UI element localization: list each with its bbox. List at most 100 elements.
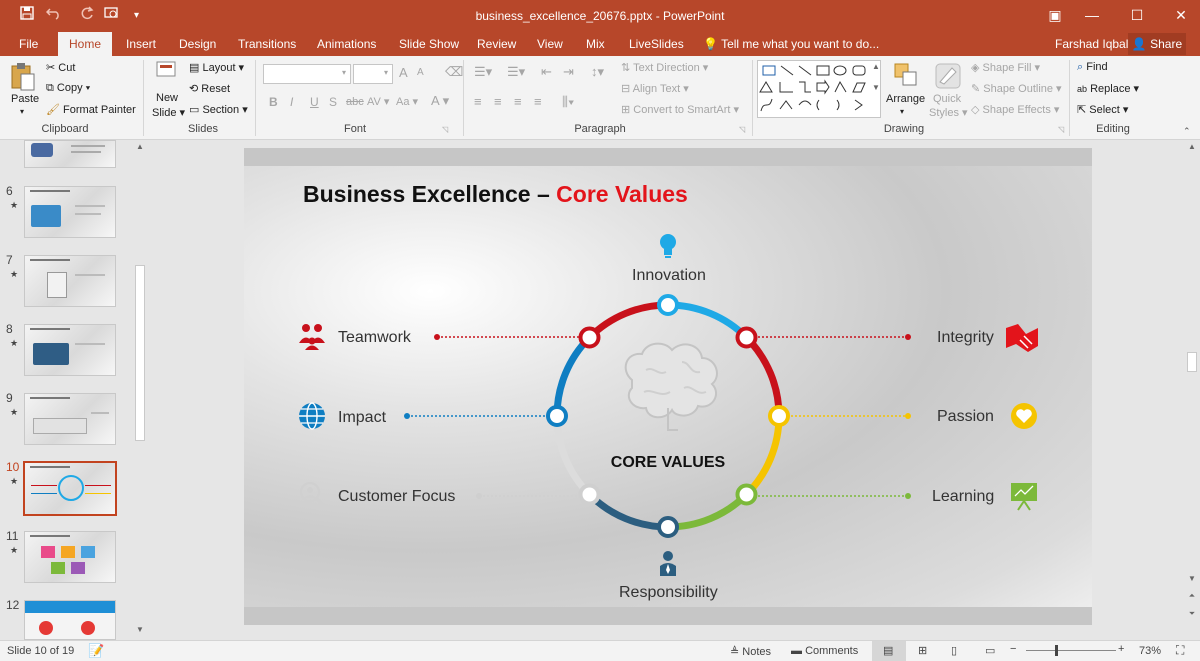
- ribbon-display-button[interactable]: ▣: [1040, 4, 1070, 26]
- slide-thumbnail-9[interactable]: [24, 393, 116, 445]
- decrease-indent-icon[interactable]: ⇤: [541, 64, 552, 80]
- label-passion[interactable]: Passion: [937, 408, 994, 426]
- scrollbar-thumb[interactable]: [135, 265, 145, 441]
- slide-scrollbar[interactable]: ▲ ▼ ⏶ ⏷: [1184, 140, 1200, 640]
- tab-liveslides[interactable]: LiveSlides: [629, 37, 684, 51]
- tab-design[interactable]: Design: [179, 37, 216, 51]
- tab-transitions[interactable]: Transitions: [238, 37, 296, 51]
- arrange-dropdown-icon[interactable]: ▾: [900, 107, 904, 116]
- quick-styles-button[interactable]: [934, 62, 962, 93]
- zoom-in-button[interactable]: +: [1118, 643, 1124, 655]
- zoom-level[interactable]: 73%: [1139, 645, 1161, 657]
- underline-button[interactable]: U: [310, 95, 319, 109]
- slide-thumbnail-8[interactable]: [24, 324, 116, 376]
- change-case-button[interactable]: Aa ▾: [396, 95, 418, 108]
- fit-to-window-icon[interactable]: ⛶: [1176, 643, 1184, 658]
- zoom-out-button[interactable]: −: [1010, 643, 1016, 655]
- convert-smartart-button[interactable]: ⊞ Convert to SmartArt ▾: [621, 103, 739, 116]
- thumbnail-scrollbar[interactable]: ▲ ▼: [133, 140, 147, 640]
- slide-thumbnail-10[interactable]: [23, 461, 117, 516]
- find-button[interactable]: ⌕ Find: [1077, 61, 1108, 74]
- cut-button[interactable]: ✂ Cut: [46, 61, 75, 74]
- shapes-scroll-up-icon[interactable]: ▲: [872, 62, 880, 71]
- font-color-icon[interactable]: A ▾: [431, 93, 449, 109]
- arrange-button[interactable]: [893, 62, 919, 91]
- select-button[interactable]: ⇱ Select ▾: [1077, 103, 1128, 116]
- paste-button[interactable]: [10, 62, 36, 95]
- scroll-up-icon[interactable]: ▲: [1186, 142, 1198, 154]
- tab-review[interactable]: Review: [477, 37, 516, 51]
- maximize-button[interactable]: ☐: [1122, 4, 1152, 26]
- char-spacing-button[interactable]: AV ▾: [367, 95, 389, 108]
- paragraph-dialog-launcher-icon[interactable]: ◹: [739, 125, 745, 134]
- line-spacing-icon[interactable]: ↕▾: [591, 64, 604, 80]
- zoom-slider-thumb[interactable]: [1055, 645, 1058, 656]
- clear-format-icon[interactable]: ⌫: [445, 64, 463, 80]
- slide-thumbnail-5[interactable]: [24, 140, 116, 168]
- center-label[interactable]: CORE VALUES: [574, 454, 762, 472]
- scroll-up-icon[interactable]: ▲: [134, 142, 146, 154]
- font-dialog-launcher-icon[interactable]: ◹: [442, 125, 448, 134]
- replace-button[interactable]: ab Replace ▾: [1077, 82, 1139, 95]
- shape-effects-button[interactable]: ◇ Shape Effects ▾: [971, 103, 1059, 116]
- drawing-dialog-launcher-icon[interactable]: ◹: [1058, 125, 1064, 134]
- tab-file[interactable]: File: [19, 37, 38, 51]
- font-name-dropdown-icon[interactable]: ▾: [342, 68, 346, 77]
- section-button[interactable]: ▭ Section ▾: [189, 103, 248, 116]
- zoom-slider[interactable]: [1026, 650, 1116, 651]
- shape-fill-button[interactable]: ◈ Shape Fill ▾: [971, 61, 1040, 74]
- label-customer-focus[interactable]: Customer Focus: [338, 488, 455, 506]
- collapse-ribbon-icon[interactable]: ⌃: [1183, 126, 1191, 137]
- tab-mix[interactable]: Mix: [586, 37, 605, 51]
- previous-slide-icon[interactable]: ⏶: [1186, 591, 1198, 603]
- tell-me-box[interactable]: 💡 Tell me what you want to do...: [703, 37, 879, 51]
- notes-button[interactable]: ≜ Notes: [730, 645, 771, 658]
- scroll-down-icon[interactable]: ▼: [134, 625, 146, 637]
- align-center-icon[interactable]: ≡: [494, 94, 502, 109]
- next-slide-icon[interactable]: ⏷: [1186, 609, 1198, 621]
- scrollbar-thumb[interactable]: [1187, 352, 1197, 372]
- label-learning[interactable]: Learning: [932, 488, 994, 506]
- shapes-gallery[interactable]: [757, 60, 881, 118]
- italic-button[interactable]: I: [290, 95, 293, 109]
- bold-button[interactable]: B: [269, 95, 278, 109]
- new-slide-button[interactable]: [155, 60, 177, 87]
- user-name[interactable]: Farshad Iqbal: [1055, 37, 1128, 51]
- strikethrough-button[interactable]: abc: [346, 96, 364, 108]
- share-button[interactable]: 👤 Share: [1128, 33, 1186, 55]
- bullets-icon[interactable]: ☰▾: [474, 64, 492, 80]
- font-name-input[interactable]: [263, 64, 351, 84]
- slideshow-view-icon[interactable]: ▭: [985, 644, 995, 657]
- shadow-button[interactable]: S: [329, 95, 337, 109]
- align-text-button[interactable]: ⊟ Align Text ▾: [621, 82, 689, 95]
- comments-button[interactable]: ▬ Comments: [791, 645, 858, 657]
- label-impact[interactable]: Impact: [338, 409, 386, 427]
- layout-button[interactable]: ▤ Layout ▾: [189, 61, 244, 74]
- slide-canvas[interactable]: Business Excellence – Core Values Innova…: [244, 148, 1092, 625]
- reading-view-icon[interactable]: ▯: [951, 644, 957, 657]
- slide-thumbnail-7[interactable]: [24, 255, 116, 307]
- increase-indent-icon[interactable]: ⇥: [563, 64, 574, 80]
- reset-button[interactable]: ⟲ Reset: [189, 82, 230, 95]
- shapes-scroll-down-icon[interactable]: ▼: [872, 83, 880, 92]
- grow-font-button[interactable]: A: [399, 65, 408, 80]
- slide-thumbnail-11[interactable]: [24, 531, 116, 583]
- copy-button[interactable]: ⧉ Copy ▾: [46, 82, 90, 95]
- slide-thumbnail-6[interactable]: [24, 186, 116, 238]
- shrink-font-button[interactable]: A: [417, 67, 424, 78]
- text-direction-button[interactable]: ⇅ Text Direction ▾: [621, 61, 708, 74]
- tab-view[interactable]: View: [537, 37, 563, 51]
- label-responsibility[interactable]: Responsibility: [619, 584, 718, 602]
- columns-icon[interactable]: ⫼▾: [562, 94, 574, 110]
- normal-view-button[interactable]: ▤: [872, 641, 906, 661]
- tab-insert[interactable]: Insert: [126, 37, 156, 51]
- close-button[interactable]: ✕: [1166, 4, 1196, 26]
- slide-thumbnail-12[interactable]: [24, 600, 116, 640]
- format-painter-button[interactable]: 🖌 Format Painter: [46, 103, 136, 116]
- shape-outline-button[interactable]: ✎ Shape Outline ▾: [971, 82, 1062, 95]
- tab-animations[interactable]: Animations: [317, 37, 376, 51]
- minimize-button[interactable]: —: [1077, 4, 1107, 26]
- tab-slide-show[interactable]: Slide Show: [399, 37, 459, 51]
- paste-dropdown-icon[interactable]: ▾: [20, 107, 24, 116]
- slide-sorter-icon[interactable]: ⊞: [918, 644, 927, 657]
